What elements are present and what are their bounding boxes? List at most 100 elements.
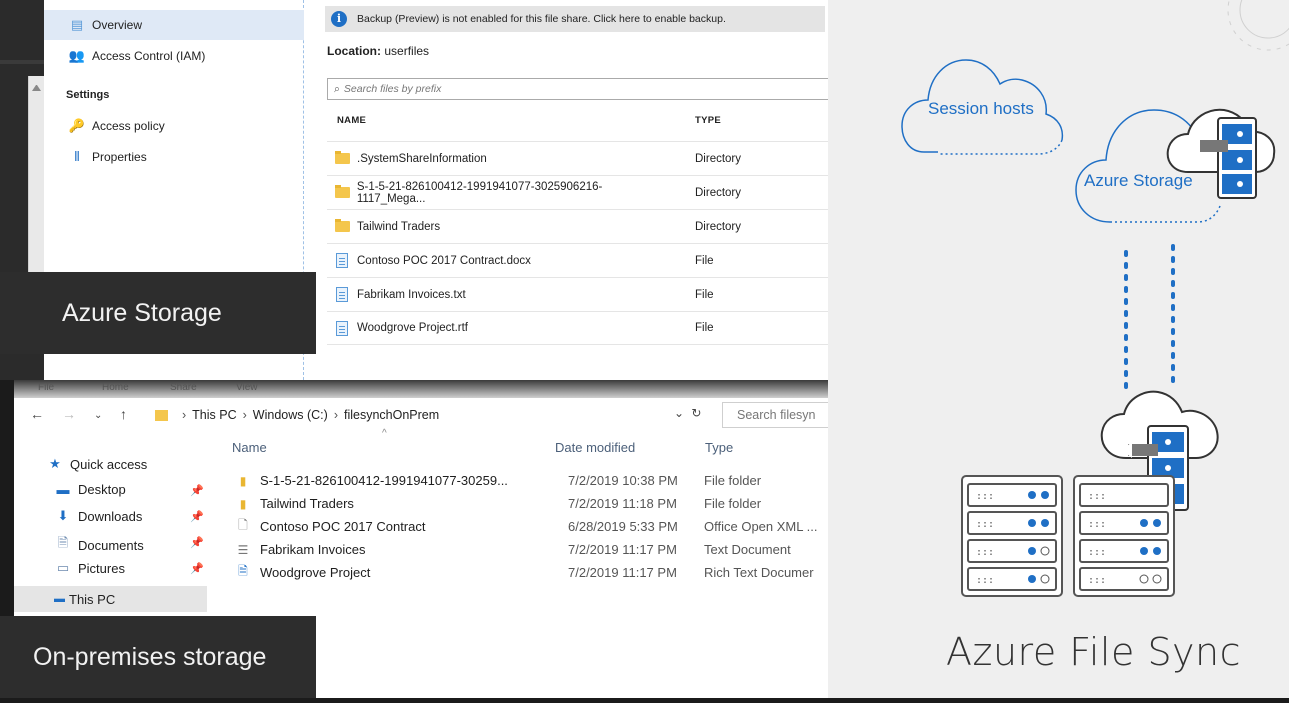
file-date: 7/2/2019 10:38 PM bbox=[568, 473, 678, 488]
nav-this-pc[interactable]: ▬ This PC bbox=[14, 586, 207, 612]
ribbon-tab-share[interactable]: Share bbox=[170, 382, 197, 393]
breadcrumb-drive[interactable]: Windows (C:) bbox=[253, 408, 328, 422]
properties-icon: ⦀ bbox=[74, 149, 80, 164]
file-row[interactable]: S-1-5-21-826100412-1991941077-3025906216… bbox=[327, 175, 830, 209]
explorer-search-input[interactable]: Search filesyn bbox=[722, 402, 830, 428]
bottom-bar bbox=[0, 698, 1289, 703]
back-arrow-icon[interactable]: ← bbox=[30, 406, 44, 422]
nav-label: Pictures bbox=[78, 560, 125, 576]
column-header-type[interactable]: TYPE bbox=[695, 115, 721, 126]
explorer-ribbon: File Home Share View bbox=[14, 380, 830, 398]
nav-item-label: Access Control (IAM) bbox=[92, 49, 206, 63]
settings-heading: Settings bbox=[66, 89, 110, 101]
nav-documents[interactable]: 🗎 Documents bbox=[54, 534, 144, 556]
column-header-date-modified[interactable]: Date modified bbox=[555, 440, 635, 455]
folder-icon: ▮ bbox=[239, 496, 247, 511]
people-icon: 👥 bbox=[68, 48, 86, 63]
explorer-file-row[interactable]: ☰ Fabrikam Invoices 7/2/2019 11:17 PM Te… bbox=[236, 538, 830, 561]
nav-label: This PC bbox=[69, 591, 116, 607]
breadcrumb-separator: › bbox=[182, 408, 187, 422]
file-row[interactable]: Contoso POC 2017 Contract.docx File bbox=[327, 243, 830, 277]
nav-label: Downloads bbox=[78, 508, 143, 524]
nav-item-iam[interactable]: 👥 Access Control (IAM) bbox=[44, 41, 304, 71]
file-name: S-1-5-21-826100412-1991941077-3025906216… bbox=[356, 180, 603, 205]
file-name: Fabrikam Invoices.txt bbox=[357, 288, 466, 301]
file-type: Rich Text Documer bbox=[704, 565, 814, 580]
nav-downloads[interactable]: ⬇ Downloads bbox=[54, 508, 143, 524]
folder-icon: ▮ bbox=[239, 473, 247, 488]
pin-icon[interactable]: 📌 bbox=[190, 484, 204, 497]
search-files-input[interactable]: ⌕ Search files by prefix bbox=[327, 78, 830, 100]
file-row[interactable]: Fabrikam Invoices.txt File bbox=[327, 277, 830, 311]
file-type: File folder bbox=[704, 496, 762, 511]
backup-banner[interactable]: i Backup (Preview) is not enabled for th… bbox=[325, 6, 825, 32]
file-date: 6/28/2019 5:33 PM bbox=[568, 519, 678, 534]
file-type: Directory bbox=[695, 152, 742, 165]
up-arrow-icon[interactable]: ↑ bbox=[120, 406, 127, 422]
nav-item-label: Properties bbox=[92, 150, 147, 164]
file-type: File bbox=[695, 254, 714, 267]
explorer-file-row[interactable]: ▮ Tailwind Traders 7/2/2019 11:18 PM Fil… bbox=[236, 492, 830, 515]
forward-arrow-icon[interactable]: → bbox=[62, 406, 76, 422]
overview-icon: ▤ bbox=[70, 17, 84, 32]
folder-icon bbox=[155, 409, 168, 421]
nav-item-access-policy[interactable]: 🔑 Access policy bbox=[44, 111, 304, 141]
breadcrumb-this-pc[interactable]: This PC bbox=[192, 408, 236, 422]
file-type: File folder bbox=[704, 473, 762, 488]
location-label: Location: bbox=[327, 44, 381, 58]
document-icon bbox=[336, 253, 348, 268]
refresh-icon[interactable]: ↻ bbox=[691, 406, 701, 420]
svg-text::::: ::: bbox=[1088, 491, 1106, 502]
session-hosts-cloud-dotted-edge bbox=[940, 139, 1063, 155]
pin-icon[interactable]: 📌 bbox=[190, 536, 204, 549]
ribbon-tab-view[interactable]: View bbox=[236, 382, 258, 393]
svg-text::::: ::: bbox=[976, 547, 994, 558]
file-row[interactable]: Woodgrove Project.rtf File bbox=[327, 311, 830, 345]
nav-item-properties[interactable]: ⦀ Properties bbox=[44, 142, 304, 172]
recent-chevron-icon[interactable]: ⌄ bbox=[94, 410, 102, 421]
nav-label: Quick access bbox=[70, 456, 148, 472]
svg-text::::: ::: bbox=[1088, 547, 1106, 558]
file-type: Office Open XML ... bbox=[704, 519, 818, 534]
computer-icon: ▬ bbox=[54, 593, 65, 605]
breadcrumb-folder[interactable]: filesynchOnPrem bbox=[344, 408, 439, 422]
file-row[interactable]: .SystemShareInformation Directory bbox=[327, 141, 830, 175]
svg-text::::: ::: bbox=[1088, 575, 1106, 586]
portal-scrollbar[interactable] bbox=[28, 76, 44, 276]
file-row[interactable]: Tailwind Traders Directory bbox=[327, 209, 830, 243]
azure-file-sync-diagram: ::: ::: ::: ::: ::: ::: ::: ::: Session … bbox=[828, 0, 1289, 698]
file-date: 7/2/2019 11:17 PM bbox=[568, 565, 677, 580]
pin-icon[interactable]: 📌 bbox=[190, 562, 204, 575]
desktop-icon: ▬ bbox=[56, 482, 70, 497]
search-placeholder: Search files by prefix bbox=[343, 83, 442, 95]
ribbon-tab-file[interactable]: File bbox=[38, 382, 54, 393]
azure-storage-cloud-label: Azure Storage bbox=[1084, 171, 1193, 190]
nav-desktop[interactable]: ▬ Desktop bbox=[54, 482, 126, 497]
nav-pictures[interactable]: ▭ Pictures bbox=[54, 560, 125, 576]
on-premises-storage-caption: On-premises storage bbox=[0, 616, 316, 698]
explorer-file-row[interactable]: ▮ S-1-5-21-826100412-1991941077-30259...… bbox=[236, 469, 830, 492]
scroll-up-arrow-icon[interactable] bbox=[32, 82, 41, 91]
svg-text::::: ::: bbox=[976, 491, 994, 502]
azure-file-sync-title: Azure File Sync bbox=[946, 630, 1242, 674]
address-bar[interactable]: › This PC › Windows (C:) › filesynchOnPr… bbox=[147, 404, 719, 426]
address-dropdown-icon[interactable]: ⌄ bbox=[674, 406, 684, 420]
breadcrumb-separator: › bbox=[333, 408, 338, 422]
nav-item-overview[interactable]: ▤ Overview bbox=[44, 10, 304, 40]
breadcrumb-separator: › bbox=[242, 408, 247, 422]
column-header-name[interactable]: NAME bbox=[337, 115, 366, 126]
file-name: Fabrikam Invoices bbox=[260, 542, 366, 557]
location: Location: userfiles bbox=[327, 44, 429, 58]
download-icon: ⬇ bbox=[57, 508, 69, 523]
pin-icon[interactable]: 📌 bbox=[190, 510, 204, 523]
session-hosts-label: Session hosts bbox=[928, 99, 1034, 118]
nav-quick-access[interactable]: ★ Quick access bbox=[46, 456, 147, 472]
column-header-name[interactable]: Name bbox=[232, 440, 267, 455]
explorer-file-row[interactable]: 🗎 Woodgrove Project 7/2/2019 11:17 PM Ri… bbox=[236, 561, 830, 584]
file-name: Contoso POC 2017 Contract.docx bbox=[357, 254, 531, 267]
ribbon-tab-home[interactable]: Home bbox=[102, 382, 129, 393]
folder-icon bbox=[335, 151, 350, 164]
column-header-type[interactable]: Type bbox=[705, 440, 733, 455]
document-icon: 🗋 bbox=[238, 518, 248, 532]
explorer-file-row[interactable]: 🗋 Contoso POC 2017 Contract 6/28/2019 5:… bbox=[236, 515, 830, 538]
